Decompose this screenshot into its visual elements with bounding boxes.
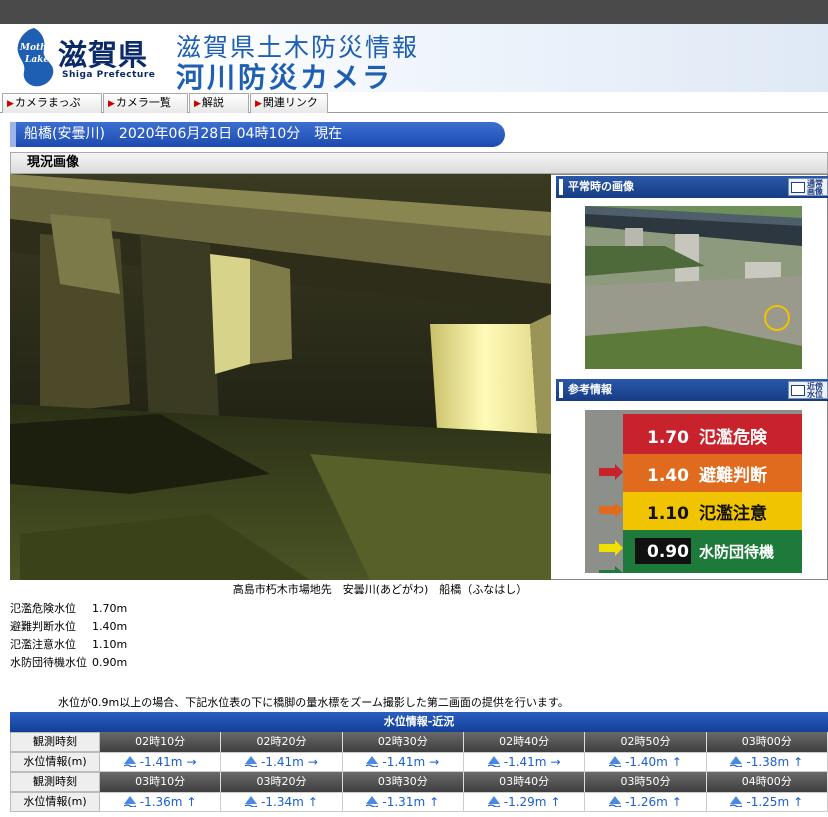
camera-title-accent (10, 122, 16, 147)
trend-arrow-icon: ↑ (793, 795, 804, 809)
value-row: 水位情報(m) -1.41m → -1.41m → -1.41m → -1.41m → -1.40… (10, 752, 828, 772)
time-label: 観測時刻 (10, 772, 100, 792)
observation-time: 03時30分 (342, 772, 464, 792)
reference-info-header: 参考情報 近傍水位局 (556, 379, 828, 401)
normal-time-image[interactable] (585, 206, 802, 369)
section-current-image: 現況画像 (10, 152, 828, 174)
logo-english: Shiga Prefecture (62, 70, 156, 80)
time-row: 観測時刻 02時10分 02時20分 02時30分 02時40分 02時50分 03時00分 (10, 732, 828, 752)
water-level-table: 水位情報-近況 観測時刻 02時10分 02時20分 02時30分 02時40分 02時5… (10, 712, 828, 812)
normal-image-header: 平常時の画像 通常画像 (556, 176, 828, 198)
nav-explanation[interactable]: ▶解説 (189, 93, 249, 113)
nav-bar: ▶カメラまっぷ ▶カメラ一覧 ▶解説 ▶関連リンク (0, 93, 828, 113)
nav-camera-map[interactable]: ▶カメラまっぷ (2, 93, 102, 113)
gauge-label-1: 氾濫危険 (699, 427, 768, 448)
water-table-title: 水位情報-近況 (10, 712, 828, 732)
gauge-value-3: 1.10 (647, 504, 689, 524)
svg-text:Mother: Mother (19, 43, 58, 53)
location-caption: 高島市朽木市場地先 安曇川(あどがわ) 船橋（ふなはし） (232, 583, 528, 596)
trend-arrow-icon: → (307, 755, 318, 769)
water-level-value[interactable]: -1.38m ↑ (706, 752, 828, 772)
gauge-label-2: 避難判断 (699, 465, 767, 486)
trend-arrow-icon: → (550, 755, 561, 769)
trend-arrow-icon: ↑ (186, 795, 197, 809)
time-label: 観測時刻 (10, 732, 100, 752)
level-row: 避難判断水位 1.40m (10, 620, 128, 633)
water-table-body: 観測時刻 02時10分 02時20分 02時30分 02時40分 02時50分 03時00分… (10, 732, 828, 812)
trend-arrow-icon: → (186, 755, 197, 769)
observation-time: 02時50分 (585, 732, 707, 752)
observation-time: 02時40分 (463, 732, 586, 752)
level-row: 氾濫危険水位 1.70m (10, 602, 128, 615)
site-banner: Mother Lake 滋賀県 Shiga Prefecture 滋賀県土木防災… (0, 24, 828, 94)
value-label: 水位情報(m) (10, 792, 100, 812)
notice-text: 水位が0.9m以上の場合、下記水位表の下に橋脚の量水標をズーム撮影した第二画面の… (58, 696, 569, 709)
gauge-label-4: 水防団待機 (699, 543, 774, 561)
play-arrow-icon: ▶ (108, 99, 115, 109)
nav-related-links[interactable]: ▶関連リンク (250, 93, 328, 113)
gauge-value-1: 1.70 (647, 428, 689, 448)
level-row: 水防団待機水位 0.90m (10, 656, 128, 669)
water-level-value[interactable]: -1.29m ↑ (463, 792, 586, 812)
trend-arrow-icon: ↑ (671, 795, 682, 809)
nav-camera-list[interactable]: ▶カメラ一覧 (103, 93, 188, 113)
observation-time: 03時00分 (706, 732, 828, 752)
observation-time: 02時10分 (100, 732, 222, 752)
observation-time: 04時00分 (706, 772, 828, 792)
water-level-value[interactable]: -1.40m ↑ (585, 752, 707, 772)
banner-title-secondary: 河川防災カメラ (176, 61, 394, 94)
water-level-value[interactable]: -1.41m → (100, 752, 222, 772)
observation-time: 02時20分 (221, 732, 343, 752)
observation-time: 02時30分 (342, 732, 464, 752)
trend-arrow-icon: ↑ (429, 795, 440, 809)
time-row: 観測時刻 03時10分 03時20分 03時30分 03時40分 03時50分 04時00分 (10, 772, 828, 792)
water-gauge-reference-image: 1.70 1.40 1.10 0.90 氾濫危険 避難判断 氾濫注意 水防団待機 (585, 410, 802, 573)
water-level-value[interactable]: -1.34m ↑ (221, 792, 343, 812)
water-level-value[interactable]: -1.31m ↑ (342, 792, 464, 812)
trend-arrow-icon: ↑ (671, 755, 682, 769)
level-row: 氾濫注意水位 1.10m (10, 638, 128, 651)
live-camera-image[interactable] (10, 174, 551, 580)
trend-arrow-icon: ↑ (793, 755, 804, 769)
logo-kanji: 滋賀県 (58, 38, 149, 72)
observation-time: 03時10分 (100, 772, 222, 792)
water-level-value[interactable]: -1.41m → (342, 752, 464, 772)
water-level-value[interactable]: -1.25m ↑ (706, 792, 828, 812)
gauge-value-2: 1.40 (647, 466, 689, 486)
water-level-value[interactable]: -1.26m ↑ (585, 792, 707, 812)
camera-title: 船橋(安曇川) 2020年06月28日 04時10分 現在 (10, 122, 505, 147)
value-row: 水位情報(m) -1.36m ↑ -1.34m ↑ -1.31m ↑ -1.29m ↑ -1.26… (10, 792, 828, 812)
threshold-levels: 氾濫危険水位 1.70m 避難判断水位 1.40m 氾濫注意水位 1.10m 水防団待… (10, 600, 127, 672)
water-level-value[interactable]: -1.36m ↑ (100, 792, 222, 812)
trend-arrow-icon: → (429, 755, 440, 769)
trend-arrow-icon: ↑ (550, 795, 561, 809)
water-level-value[interactable]: -1.41m → (463, 752, 586, 772)
play-arrow-icon: ▶ (255, 99, 262, 109)
play-arrow-icon: ▶ (194, 99, 201, 109)
image-icon (791, 182, 805, 193)
observation-time: 03時20分 (221, 772, 343, 792)
observation-time: 03時40分 (463, 772, 586, 792)
normal-image-button[interactable]: 通常画像 (788, 178, 828, 196)
nearby-station-button[interactable]: 近傍水位局 (788, 381, 828, 399)
play-arrow-icon: ▶ (7, 99, 14, 109)
mother-lake-logo-icon[interactable]: Mother Lake (12, 26, 60, 88)
value-label: 水位情報(m) (10, 752, 100, 772)
chart-icon (791, 385, 805, 396)
trend-arrow-icon: ↑ (307, 795, 318, 809)
gauge-value-4: 0.90 (647, 542, 689, 562)
water-level-value[interactable]: -1.41m → (221, 752, 343, 772)
gauge-label-3: 氾濫注意 (699, 503, 767, 524)
svg-text:Lake: Lake (24, 55, 49, 65)
observation-time: 03時50分 (585, 772, 707, 792)
browser-top-bar (0, 0, 828, 24)
